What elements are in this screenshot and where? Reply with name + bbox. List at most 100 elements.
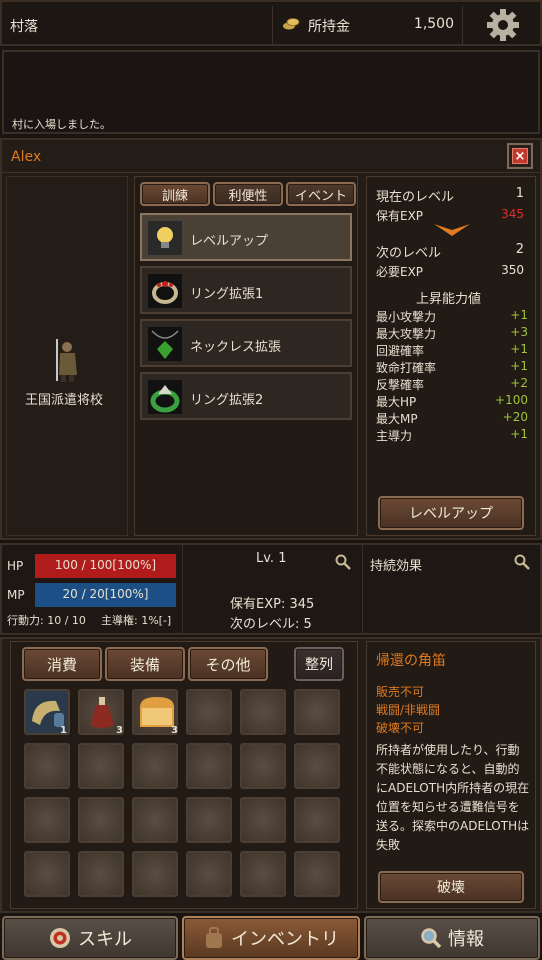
exp-text: 保有EXP: 345 [230,597,315,612]
stat-row: 最小攻撃力 +1 [376,308,528,325]
action-points-text: 行動力: 10 / 10 [7,614,86,627]
inventory-slot[interactable] [294,851,340,897]
hp-label: HP [7,559,24,573]
close-button[interactable]: × [507,143,533,169]
item-description: 所持者が使用したり、行動不能状態になると、自動的にADELOTH内所持者の現在位… [376,743,530,852]
inventory-slot[interactable] [132,797,178,843]
stat-value: +1 [510,342,528,356]
current-level-value: 1 [515,186,524,201]
owned-exp-value: 345 [501,207,524,221]
ring-icon [148,274,182,308]
item-property: 戦闘/非戦闘 [376,703,441,717]
top-bar: 村落 所持金 1,500 [0,0,542,46]
current-level-label: 現在のレベル [376,190,455,205]
stat-label: 最大攻撃力 [376,327,437,341]
lightbulb-icon [148,221,182,255]
magnifier-icon[interactable] [514,554,530,570]
inventory-slot[interactable] [294,689,340,735]
training-item-levelup[interactable]: レベルアップ [140,213,352,261]
hp-text: 100 / 100[100%] [54,558,157,572]
level-up-button[interactable]: レベルアップ [378,496,524,530]
training-item-ring1[interactable]: リング拡張1 [140,266,352,314]
character-name: Alex [11,149,42,165]
stat-row: 回避確率 +1 [376,342,528,359]
inventory-slot[interactable] [132,743,178,789]
training-item-label: レベルアップ [190,234,269,249]
stat-value: +1 [510,359,528,373]
stat-value: +3 [510,325,528,339]
sort-button-label: 整列 [305,657,333,673]
tab-utility[interactable]: 利便性 [213,182,283,206]
character-sprite-icon [56,339,77,382]
message-log: 村に入場しました。 [2,50,540,134]
inventory-slot[interactable] [24,743,70,789]
inventory-slot[interactable] [240,797,286,843]
character-title: 王国派遣将校 [25,393,104,408]
sort-button[interactable]: 整列 [294,647,344,681]
inventory-slot[interactable] [186,851,232,897]
inventory-slot[interactable] [294,797,340,843]
stat-row: 致命打確率 +1 [376,359,528,376]
target-icon [50,928,70,948]
tab-other[interactable]: その他 [188,647,268,681]
inventory-slot[interactable] [294,743,340,789]
settings-gear-icon[interactable] [486,8,520,42]
inventory-slot[interactable] [240,689,286,735]
owned-exp-label: 保有EXP [376,209,424,223]
magnifier-icon[interactable] [335,554,351,570]
item-count: 3 [116,725,123,736]
necklace-icon [148,327,182,361]
tab-event-label: イベント [294,188,347,204]
training-item-label: リング拡張1 [190,287,264,302]
nav-inventory[interactable]: インベントリ [182,916,360,960]
tab-equipment[interactable]: 装備 [105,647,185,681]
inventory-slot[interactable] [186,743,232,789]
stat-value: +100 [495,393,528,407]
inventory-slot[interactable] [78,797,124,843]
inventory-slot[interactable] [24,851,70,897]
training-item-necklace[interactable]: ネックレス拡張 [140,319,352,367]
inventory-slot[interactable] [78,851,124,897]
required-exp-label: 必要EXP [376,265,424,279]
training-item-ring2[interactable]: リング拡張2 [140,372,352,420]
stat-gain-title: 上昇能力値 [416,292,482,307]
inventory-slot[interactable] [78,743,124,789]
character-panel: Alex × 王国派遣将校 訓練 利便性 イベント レベルアップ リング拡張1 … [0,138,542,540]
stat-row: 反撃確率 +2 [376,376,528,393]
tab-consumables-label: 消費 [46,655,77,674]
coins-icon [283,18,300,30]
nav-skills-label: スキル [78,929,132,950]
required-exp-value: 350 [501,263,524,277]
mp-text: 20 / 20[100%] [62,587,149,601]
status-panel: HP 100 / 100[100%] MP 20 / 20[100%] 行動力:… [0,543,542,635]
tab-consumables[interactable]: 消費 [22,647,102,681]
inventory-slot[interactable] [132,851,178,897]
stat-label: 最大MP [376,412,418,426]
stat-label: 回避確率 [376,344,425,358]
level-text: Lv. 1 [256,551,287,566]
training-item-label: ネックレス拡張 [190,340,282,355]
tab-training[interactable]: 訓練 [140,182,210,206]
inventory-slot[interactable] [186,797,232,843]
stat-value: +20 [502,410,528,424]
bottom-nav: スキル インベントリ 情報 [0,914,542,960]
bag-icon [206,927,222,948]
inventory-slot[interactable] [186,689,232,735]
destroy-button[interactable]: 破壊 [378,871,524,903]
inventory-slot[interactable] [240,851,286,897]
nav-info[interactable]: 情報 [364,916,540,960]
stat-label: 最小攻撃力 [376,310,437,324]
inventory-panel: 消費 装備 その他 整列 1 3 3 帰還の角笛 販売不可 戦闘/非戦闘 破壊不… [0,637,542,913]
mp-label: MP [7,588,25,602]
inventory-slot[interactable] [24,797,70,843]
stat-value: +1 [510,427,528,441]
item-count: 3 [171,725,178,736]
stat-label: 主導力 [376,429,413,443]
tab-event[interactable]: イベント [286,182,356,206]
inventory-slot[interactable] [240,743,286,789]
destroy-button-label: 破壊 [437,880,465,896]
chevron-down-icon [434,224,470,236]
nav-skills[interactable]: スキル [2,916,178,960]
next-level-label: 次のレベル [376,246,442,261]
tab-utility-label: 利便性 [228,188,268,204]
